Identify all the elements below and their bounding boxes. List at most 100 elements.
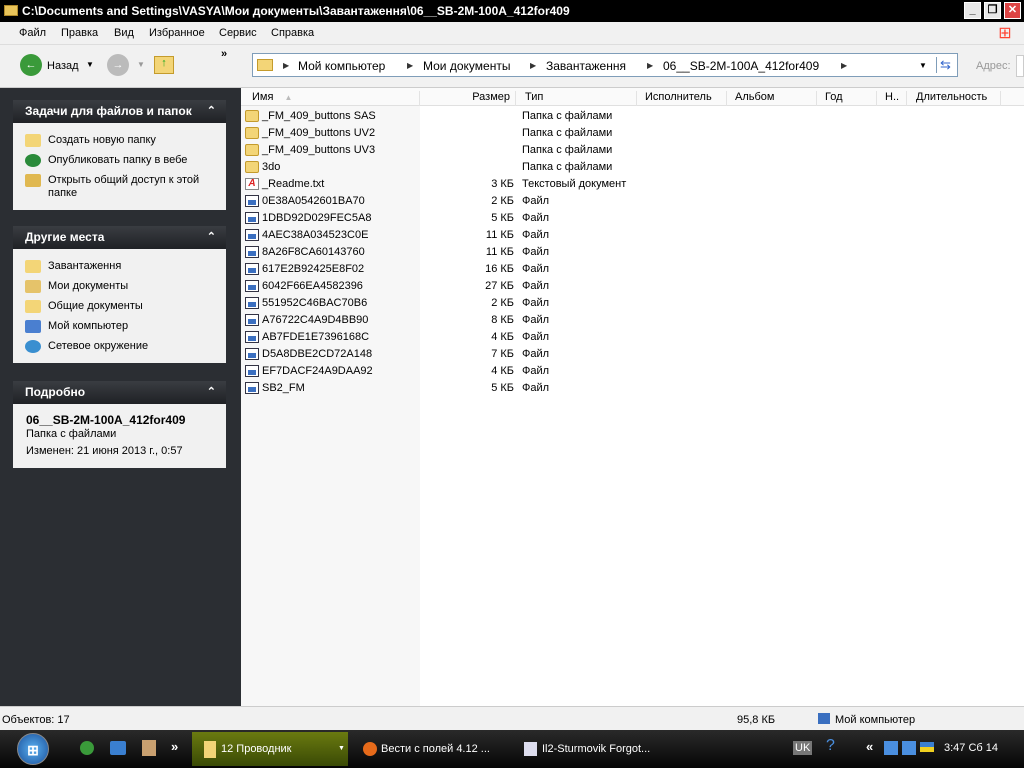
file-row[interactable]: 551952C46BAC70B6 2 КБ Файл — [241, 295, 1024, 312]
file-size: 5 КБ — [491, 382, 514, 394]
start-button[interactable]: ⊞ — [17, 733, 49, 765]
tray-expand-button[interactable]: « — [866, 739, 873, 754]
file-size: 7 КБ — [491, 348, 514, 360]
details-type: Папка с файлами — [26, 428, 117, 440]
quicklaunch-download-icon[interactable] — [142, 740, 156, 756]
file-row[interactable]: A _Readme.txt 3 КБ Текстовый документ — [241, 176, 1024, 193]
menu-bar: Файл Правка Вид Избранное Сервис Справка — [0, 22, 1024, 45]
column-artist[interactable]: Исполнитель — [637, 91, 727, 106]
language-indicator[interactable]: UK — [793, 741, 813, 755]
taskbar-explorer[interactable]: 12 Проводник ▼ — [192, 732, 348, 766]
details-header[interactable]: Подробно ⌃ — [13, 381, 226, 404]
toolbar-more[interactable]: » — [221, 48, 227, 60]
address-dropdown-icon[interactable]: ▼ — [919, 61, 927, 70]
taskbar-il2[interactable]: Il2-Sturmovik Forgot... — [518, 732, 678, 766]
task-share-folder[interactable]: Открыть общий доступ к этой папке — [25, 174, 220, 200]
column-year[interactable]: Год — [817, 91, 877, 106]
collapse-icon[interactable]: ⌃ — [207, 100, 216, 123]
file-row[interactable]: 4AEC38A034523C0E 11 КБ Файл — [241, 227, 1024, 244]
file-name: 1DBD92D029FEC5A8 — [262, 212, 372, 224]
menu-view[interactable]: Вид — [114, 27, 134, 39]
publish-web-icon — [25, 154, 41, 167]
places-header[interactable]: Другие места ⌃ — [13, 226, 226, 249]
file-row[interactable]: _FM_409_buttons UV3 Папка с файлами — [241, 142, 1024, 159]
column-number[interactable]: Н.. — [877, 91, 907, 106]
file-type: Файл — [522, 314, 550, 326]
file-name: EF7DACF24A9DAA92 — [262, 365, 373, 377]
file-type: Файл — [522, 365, 550, 377]
network-tray-icon[interactable] — [902, 741, 916, 755]
place-my-computer[interactable]: Мой компьютер — [25, 320, 220, 333]
file-row[interactable]: 3do Папка с файлами — [241, 159, 1024, 176]
column-type[interactable]: Тип — [516, 91, 637, 106]
place-label: Завантаження — [48, 260, 122, 272]
menu-help[interactable]: Справка — [271, 27, 314, 39]
quicklaunch-skype-icon[interactable] — [110, 741, 126, 755]
task-new-folder[interactable]: Создать новую папку — [25, 134, 220, 147]
taskbar-il2-label: Il2-Sturmovik Forgot... — [542, 743, 651, 755]
network-tray-icon[interactable] — [884, 741, 898, 755]
file-row[interactable]: _FM_409_buttons SAS Папка с файлами — [241, 108, 1024, 125]
help-icon[interactable]: ? — [826, 737, 835, 755]
menu-favorites[interactable]: Избранное — [149, 27, 205, 39]
file-row[interactable]: SB2_FM 5 КБ Файл — [241, 380, 1024, 397]
breadcrumb-downloads[interactable]: Завантаження — [546, 59, 626, 73]
task-label: Опубликовать папку в вебе — [48, 154, 188, 166]
file-icon — [245, 195, 259, 207]
file-row[interactable]: 617E2B92425E8F02 16 КБ Файл — [241, 261, 1024, 278]
file-size: 16 КБ — [485, 263, 514, 275]
maximize-button[interactable]: ❐ — [984, 2, 1001, 19]
place-downloads[interactable]: Завантаження — [25, 260, 220, 273]
menu-file[interactable]: Файл — [19, 27, 46, 39]
place-shared-documents[interactable]: Общие документы — [25, 300, 220, 313]
address-input[interactable] — [1016, 55, 1024, 77]
file-row[interactable]: A76722C4A9D4BB90 8 КБ Файл — [241, 312, 1024, 329]
task-publish-web[interactable]: Опубликовать папку в вебе — [25, 154, 220, 167]
file-row[interactable]: 6042F66EA4582396 27 КБ Файл — [241, 278, 1024, 295]
details-modified: Изменен: 21 июня 2013 г., 0:57 — [26, 445, 183, 457]
places-title: Другие места — [25, 230, 105, 244]
file-row[interactable]: _FM_409_buttons UV2 Папка с файлами — [241, 125, 1024, 142]
collapse-icon[interactable]: ⌃ — [207, 226, 216, 249]
menu-edit[interactable]: Правка — [61, 27, 98, 39]
breadcrumb-separator-icon: ▶ — [841, 61, 848, 70]
minimize-button[interactable]: _ — [964, 2, 981, 19]
back-dropdown-icon[interactable]: ▼ — [86, 60, 94, 69]
breadcrumb-my-documents[interactable]: Мои документы — [423, 59, 510, 73]
address-bar[interactable]: ▶ Мой компьютер ▶ Мои документы ▶ Завант… — [252, 53, 958, 77]
file-icon — [245, 297, 259, 309]
file-row[interactable]: AB7FDE1E7396168C 4 КБ Файл — [241, 329, 1024, 346]
breadcrumb-current[interactable]: 06__SB-2M-100A_412for409 — [663, 59, 819, 73]
column-size[interactable]: Размер — [420, 91, 516, 106]
place-network[interactable]: Сетевое окружение — [25, 340, 220, 353]
close-button[interactable]: ✕ — [1004, 2, 1021, 19]
go-refresh-icon[interactable]: ⇆ — [936, 57, 951, 73]
folder-icon — [245, 161, 259, 173]
clock[interactable]: 3:47 Сб 14 — [944, 742, 998, 754]
details-panel: 06__SB-2M-100A_412for409 Папка с файлами… — [13, 404, 226, 468]
place-my-documents[interactable]: Мои документы — [25, 280, 220, 293]
column-name[interactable]: Имя ▲ — [241, 91, 420, 106]
folder-icon — [4, 5, 18, 16]
forward-button[interactable]: → — [107, 54, 129, 76]
forward-dropdown-icon[interactable]: ▼ — [137, 60, 145, 69]
file-row[interactable]: EF7DACF24A9DAA92 4 КБ Файл — [241, 363, 1024, 380]
column-duration[interactable]: Длительность — [907, 91, 1001, 106]
file-row[interactable]: 1DBD92D029FEC5A8 5 КБ Файл — [241, 210, 1024, 227]
tasks-header[interactable]: Задачи для файлов и папок ⌃ — [13, 100, 226, 123]
breadcrumb-my-computer[interactable]: Мой компьютер — [298, 59, 385, 73]
taskbar-firefox[interactable]: Вести с полей 4.12 ... — [356, 732, 516, 766]
column-album[interactable]: Альбом — [727, 91, 817, 106]
breadcrumb-separator-icon: ▶ — [647, 61, 654, 70]
menu-tools[interactable]: Сервис — [219, 27, 257, 39]
up-folder-button[interactable]: ↑ — [154, 56, 174, 74]
status-size: 95,8 КБ — [737, 714, 776, 726]
file-name: _FM_409_buttons SAS — [262, 110, 376, 122]
collapse-icon[interactable]: ⌃ — [207, 381, 216, 404]
file-row[interactable]: 0E38A0542601BA70 2 КБ Файл — [241, 193, 1024, 210]
file-row[interactable]: 8A26F8CA60143760 11 КБ Файл — [241, 244, 1024, 261]
file-name: 551952C46BAC70B6 — [262, 297, 368, 309]
quicklaunch-more[interactable]: » — [171, 739, 178, 754]
file-row[interactable]: D5A8DBE2CD72A148 7 КБ Файл — [241, 346, 1024, 363]
quicklaunch-browser-icon[interactable] — [80, 741, 94, 755]
